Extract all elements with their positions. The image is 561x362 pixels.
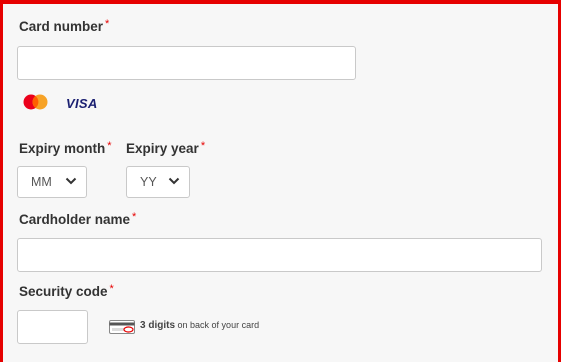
expiry-month-selected: MM	[31, 175, 52, 189]
expiry-month-label: Expiry month *	[19, 140, 112, 156]
card-number-label: Card number *	[19, 18, 110, 34]
chevron-down-icon	[168, 177, 180, 185]
required-asterisk: *	[200, 140, 206, 152]
expiry-month-label-text: Expiry month	[19, 141, 106, 156]
expiry-month-select[interactable]: MM	[17, 166, 87, 198]
mastercard-icon	[23, 94, 48, 110]
security-code-input[interactable]	[17, 310, 88, 344]
form-top-border	[0, 0, 561, 4]
expiry-year-selected: YY	[140, 175, 157, 189]
payment-form: Card number * VISA Expiry month * MM Expir…	[0, 0, 561, 362]
card-number-label-text: Card number	[19, 19, 104, 34]
card-back-icon	[109, 320, 135, 334]
security-code-label: Security code *	[19, 283, 114, 299]
required-asterisk: *	[109, 283, 114, 295]
card-number-input[interactable]	[17, 46, 356, 80]
security-code-hint-text: on back of your card	[177, 320, 260, 330]
cardholder-name-input[interactable]	[17, 238, 542, 272]
expiry-year-select[interactable]: YY	[126, 166, 190, 198]
cardholder-name-label: Cardholder name *	[19, 211, 137, 227]
visa-icon: VISA	[66, 96, 98, 111]
security-code-hint-bold: 3 digits	[140, 320, 176, 331]
expiry-year-label-text: Expiry year	[126, 141, 199, 156]
required-asterisk: *	[132, 211, 137, 223]
security-code-label-text: Security code	[19, 284, 108, 299]
expiry-year-label: Expiry year *	[126, 140, 206, 156]
required-asterisk: *	[107, 140, 112, 152]
chevron-down-icon	[65, 177, 77, 185]
cardholder-name-label-text: Cardholder name	[19, 212, 131, 227]
security-code-hint: 3 digits on back of your card	[140, 320, 259, 331]
required-asterisk: *	[105, 18, 110, 30]
form-left-border	[0, 0, 3, 362]
